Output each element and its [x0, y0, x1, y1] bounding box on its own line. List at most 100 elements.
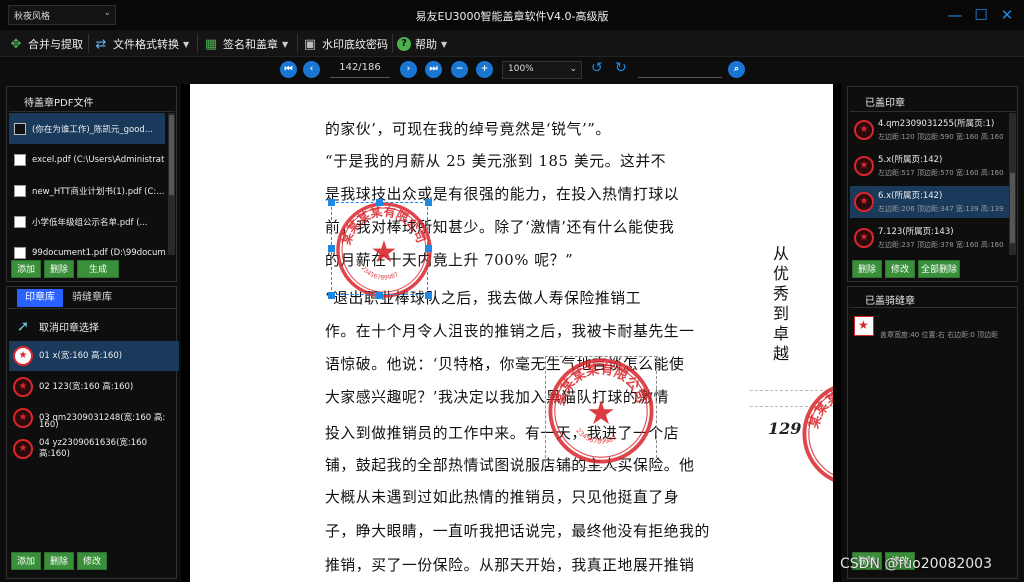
- stamp-library-item[interactable]: 02 123(宽:160 高:160): [9, 372, 179, 402]
- divider: [9, 111, 175, 112]
- placed-stamp-item[interactable]: 5.x(所属页:142) 左边距:517 顶边距:570 宽:160 高:160: [850, 150, 1015, 182]
- edit-placed-button[interactable]: 修改: [885, 260, 915, 278]
- page-indicator[interactable]: 142/186: [330, 62, 390, 78]
- file-list-item[interactable]: excel.pdf (C:\Users\Administrat...: [9, 144, 165, 175]
- placed-stamp-item[interactable]: 4.qm2309031255(所属页:1) 左边距:120 顶边距:590 宽:1…: [850, 114, 1015, 146]
- window-title: 易友EU3000智能盖章软件V4.0-高级版: [415, 10, 609, 23]
- placed-stamp-item[interactable]: 6.x(所属页:142) 左边距:206 顶边距:347 宽:139 高:139: [850, 186, 1015, 218]
- stamp-selection-box[interactable]: [331, 202, 428, 295]
- delete-placed-button[interactable]: 删除: [852, 260, 882, 278]
- file-checkbox[interactable]: [14, 153, 26, 166]
- pdf-files-title: 待盖章PDF文件: [24, 98, 94, 109]
- scrollbar-thumb[interactable]: [1010, 173, 1015, 243]
- file-checkbox[interactable]: [14, 122, 26, 135]
- file-list-item[interactable]: (你在为谁工作)_陈凯元_good...: [9, 113, 165, 144]
- next-page-icon[interactable]: ›: [400, 61, 417, 78]
- file-checkbox[interactable]: [14, 184, 26, 197]
- text-line: 语惊破。他说：‘贝特格，你毫无生气地言谈怎么能使: [325, 356, 685, 373]
- chevron-down-icon: ▼: [183, 39, 190, 49]
- stamp-icon: [854, 120, 874, 140]
- file-checkbox[interactable]: [14, 215, 26, 228]
- resize-handle[interactable]: [328, 245, 335, 252]
- zoom-in-icon[interactable]: +: [476, 61, 493, 78]
- placed-list-scrollbar[interactable]: [1009, 113, 1016, 255]
- cursor-arrow-icon: ➚: [16, 317, 30, 335]
- svg-text:★: ★: [586, 393, 616, 432]
- search-input[interactable]: [638, 62, 722, 78]
- close-button[interactable]: ✕: [996, 5, 1018, 25]
- merge-extract-menu[interactable]: ✥ 合并与提取: [8, 33, 83, 55]
- add-file-button[interactable]: 添加: [11, 260, 41, 278]
- text-line: 投入到做推销员的工作中来。有一天，我进了一个店: [325, 425, 680, 442]
- file-list-scrollbar[interactable]: [168, 113, 175, 255]
- move-arrows-icon: ✥: [10, 36, 22, 52]
- stamp-library-item[interactable]: 01 x(宽:160 高:160): [9, 341, 179, 371]
- text-line: 作。在十个月令人沮丧的推销之后，我被卡耐基先生一: [325, 323, 695, 340]
- resize-handle[interactable]: [328, 292, 335, 299]
- text-line: 的家伙’，可现在我的绰号竟然是‘锐气’”。: [325, 121, 611, 138]
- placed-stamps-panel: 已盖印章 4.qm2309031255(所属页:1) 左边距:120 顶边距:59…: [847, 86, 1018, 282]
- chapter-heading: 从优秀到卓越: [772, 244, 789, 363]
- format-convert-menu[interactable]: ⇄ 文件格式转换 ▼: [93, 33, 190, 55]
- zoom-out-icon[interactable]: −: [451, 61, 468, 78]
- generate-button[interactable]: 生成: [77, 260, 119, 278]
- resize-handle[interactable]: [328, 199, 335, 206]
- prev-page-icon[interactable]: ‹: [303, 61, 320, 78]
- theme-select[interactable]: 秋夜风格 ⌄: [8, 5, 116, 25]
- first-page-icon[interactable]: ⏮: [280, 61, 297, 78]
- pdf-files-panel: 待盖章PDF文件 (你在为谁工作)_陈凯元_good... excel.pdf (…: [6, 86, 177, 282]
- help-menu[interactable]: ? 帮助 ▼: [397, 33, 447, 55]
- cancel-stamp-selection[interactable]: ➚ 取消印章选择: [9, 311, 179, 341]
- stamp-library-item[interactable]: 03 qm2309031248(宽:160 高:160): [9, 403, 179, 433]
- file-checkbox[interactable]: [14, 246, 26, 259]
- last-page-icon[interactable]: ⏭: [425, 61, 442, 78]
- resize-handle[interactable]: [425, 292, 432, 299]
- watermark-menu[interactable]: ▣ 水印底纹密码: [302, 33, 388, 55]
- maximize-button[interactable]: ☐: [970, 5, 992, 25]
- divider: [849, 307, 1017, 308]
- scrollbar-thumb[interactable]: [169, 115, 174, 195]
- delete-file-button[interactable]: 删除: [44, 260, 74, 278]
- tab-seam-stamp-library[interactable]: 骑缝章库: [65, 289, 119, 307]
- stamp-name: 04 yz2309061636(宽:160 高:160): [39, 438, 147, 459]
- delete-stamp-button[interactable]: 删除: [44, 552, 74, 570]
- placed-stamp[interactable]: 某某某某有限公司 ★ 23456789987: [546, 356, 656, 466]
- resize-handle[interactable]: [425, 199, 432, 206]
- zoom-select[interactable]: 100% ⌄: [502, 61, 582, 79]
- placed-stamp-details: 左边距:206 顶边距:347 宽:139 高:139: [878, 205, 1004, 213]
- search-icon[interactable]: ⌕: [728, 61, 745, 78]
- file-name: 小学低年级组公示名单.pdf (...: [32, 217, 148, 228]
- rotate-right-icon[interactable]: ↻: [615, 60, 627, 76]
- text-line: 大概从未遇到过如此热情的推销员，只见他挺直了身: [325, 489, 680, 506]
- merge-label: 合并与提取: [28, 38, 83, 51]
- placed-stamp-item[interactable]: 7.123(所属页:143) 左边距:237 顶边距:378 宽:160 高:16…: [850, 222, 1015, 254]
- placed-stamps-title: 已盖印章: [865, 98, 905, 109]
- seam-stamp-item[interactable]: ★ 盖章宽度:40 位置:右 右边距:0 顶边距: [850, 310, 1016, 344]
- minimize-button[interactable]: —: [944, 5, 966, 25]
- rotate-left-icon[interactable]: ↺: [591, 60, 603, 76]
- stamp-icon: [854, 192, 874, 212]
- resize-handle[interactable]: [425, 245, 432, 252]
- sign-stamp-menu[interactable]: ▦ 签名和盖章 ▼: [203, 33, 288, 55]
- add-stamp-button[interactable]: 添加: [11, 552, 41, 570]
- help-label: 帮助: [415, 38, 437, 51]
- seam-stamp[interactable]: 某某某某有限公司 ★: [800, 379, 833, 489]
- seam-stamp-info: 盖章宽度:40 位置:右 右边距:0 顶边距: [880, 331, 999, 339]
- tab-stamp-library[interactable]: 印章库: [17, 289, 63, 307]
- resize-handle[interactable]: [376, 292, 383, 299]
- delete-all-button[interactable]: 全部删除: [918, 260, 960, 278]
- resize-handle[interactable]: [376, 199, 383, 206]
- pdf-page[interactable]: 的家伙’，可现在我的绰号竟然是‘锐气’”。 “于是我的月薪从 25 美元涨到 18…: [190, 84, 833, 582]
- chevron-down-icon: ▼: [441, 39, 448, 49]
- text-line: “于是我的月薪从 25 美元涨到 185 美元。这并不: [325, 153, 667, 170]
- file-list-item[interactable]: new_HTT商业计划书(1).pdf (C:...: [9, 175, 165, 206]
- file-list-item[interactable]: 小学低年级组公示名单.pdf (...: [9, 206, 165, 237]
- stamp-name: 01 x(宽:160 高:160): [39, 350, 123, 361]
- edit-stamp-button[interactable]: 修改: [77, 552, 107, 570]
- stamp-name: 02 123(宽:160 高:160): [39, 381, 134, 392]
- file-name: (你在为谁工作)_陈凯元_good...: [32, 124, 153, 135]
- toolbar-divider: [197, 34, 198, 53]
- watermark-text: CSDN @fuo20082003: [840, 556, 992, 572]
- stamp-library-item[interactable]: 04 yz2309061636(宽:160 高:160): [9, 434, 179, 464]
- stamp-name-cont: 160): [39, 420, 59, 430]
